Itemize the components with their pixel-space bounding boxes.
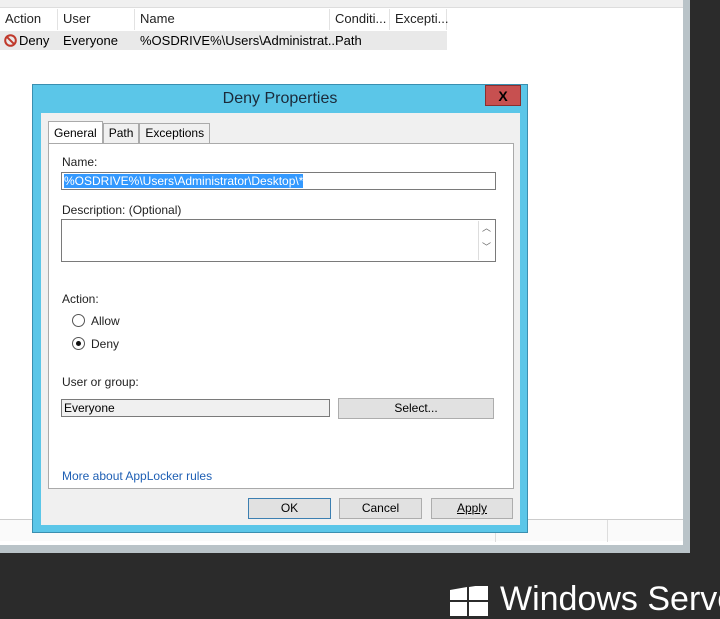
row-name: %OSDRIVE%\Users\Administrat... bbox=[140, 33, 339, 48]
table-header: Action User Name Conditi... Excepti... bbox=[0, 9, 448, 30]
applocker-rules-link[interactable]: More about AppLocker rules bbox=[62, 469, 212, 483]
ok-button[interactable]: OK bbox=[248, 498, 331, 519]
column-action[interactable]: Action bbox=[0, 9, 58, 30]
tab-strip: General Path Exceptions bbox=[48, 121, 211, 143]
action-label: Action: bbox=[62, 292, 99, 306]
column-exceptions[interactable]: Excepti... bbox=[390, 9, 448, 30]
cancel-button[interactable]: Cancel bbox=[339, 498, 422, 519]
dialog-body: General Path Exceptions Name: %OSDRIVE%\… bbox=[41, 113, 520, 525]
name-label: Name: bbox=[62, 155, 98, 169]
scrollbar[interactable]: ︿ ﹀ bbox=[478, 221, 494, 260]
scroll-up-icon[interactable]: ︿ bbox=[479, 221, 494, 234]
description-label: Description: (Optional) bbox=[62, 203, 182, 217]
description-textarea[interactable]: ︿ ﹀ bbox=[61, 219, 496, 262]
column-user[interactable]: User bbox=[58, 9, 135, 30]
row-condition: Path bbox=[335, 33, 362, 48]
deny-label[interactable]: Deny bbox=[91, 337, 119, 351]
tab-general[interactable]: General bbox=[48, 121, 103, 143]
general-panel: Name: %OSDRIVE%\Users\Administrator\Desk… bbox=[48, 143, 514, 489]
close-button[interactable]: X bbox=[485, 85, 521, 106]
scroll-down-icon[interactable]: ﹀ bbox=[479, 240, 494, 253]
user-group-label: User or group: bbox=[62, 375, 139, 389]
select-button[interactable]: Select... bbox=[338, 398, 494, 419]
apply-button[interactable]: Apply bbox=[431, 498, 513, 519]
name-value: %OSDRIVE%\Users\Administrator\Desktop\* bbox=[64, 174, 304, 188]
user-group-field: Everyone bbox=[61, 399, 330, 417]
table-row[interactable]: Deny Everyone %OSDRIVE%\Users\Administra… bbox=[0, 31, 447, 50]
allow-radio[interactable] bbox=[72, 314, 85, 327]
windows-server-branding: Windows Server bbox=[500, 580, 720, 618]
column-name[interactable]: Name bbox=[135, 9, 330, 30]
deny-radio[interactable] bbox=[72, 337, 85, 350]
tab-path[interactable]: Path bbox=[102, 123, 140, 143]
toolbar-strip bbox=[0, 0, 683, 8]
tab-exceptions[interactable]: Exceptions bbox=[139, 123, 211, 143]
allow-label[interactable]: Allow bbox=[91, 314, 120, 328]
row-action: Deny bbox=[19, 33, 50, 48]
deny-icon bbox=[4, 34, 17, 47]
column-condition[interactable]: Conditi... bbox=[330, 9, 390, 30]
row-user: Everyone bbox=[63, 33, 118, 48]
deny-properties-dialog: Deny Properties X General Path Exception… bbox=[32, 84, 528, 533]
name-input[interactable]: %OSDRIVE%\Users\Administrator\Desktop\* bbox=[61, 172, 496, 190]
row-exceptions bbox=[390, 31, 447, 50]
dialog-title: Deny Properties bbox=[222, 90, 338, 107]
